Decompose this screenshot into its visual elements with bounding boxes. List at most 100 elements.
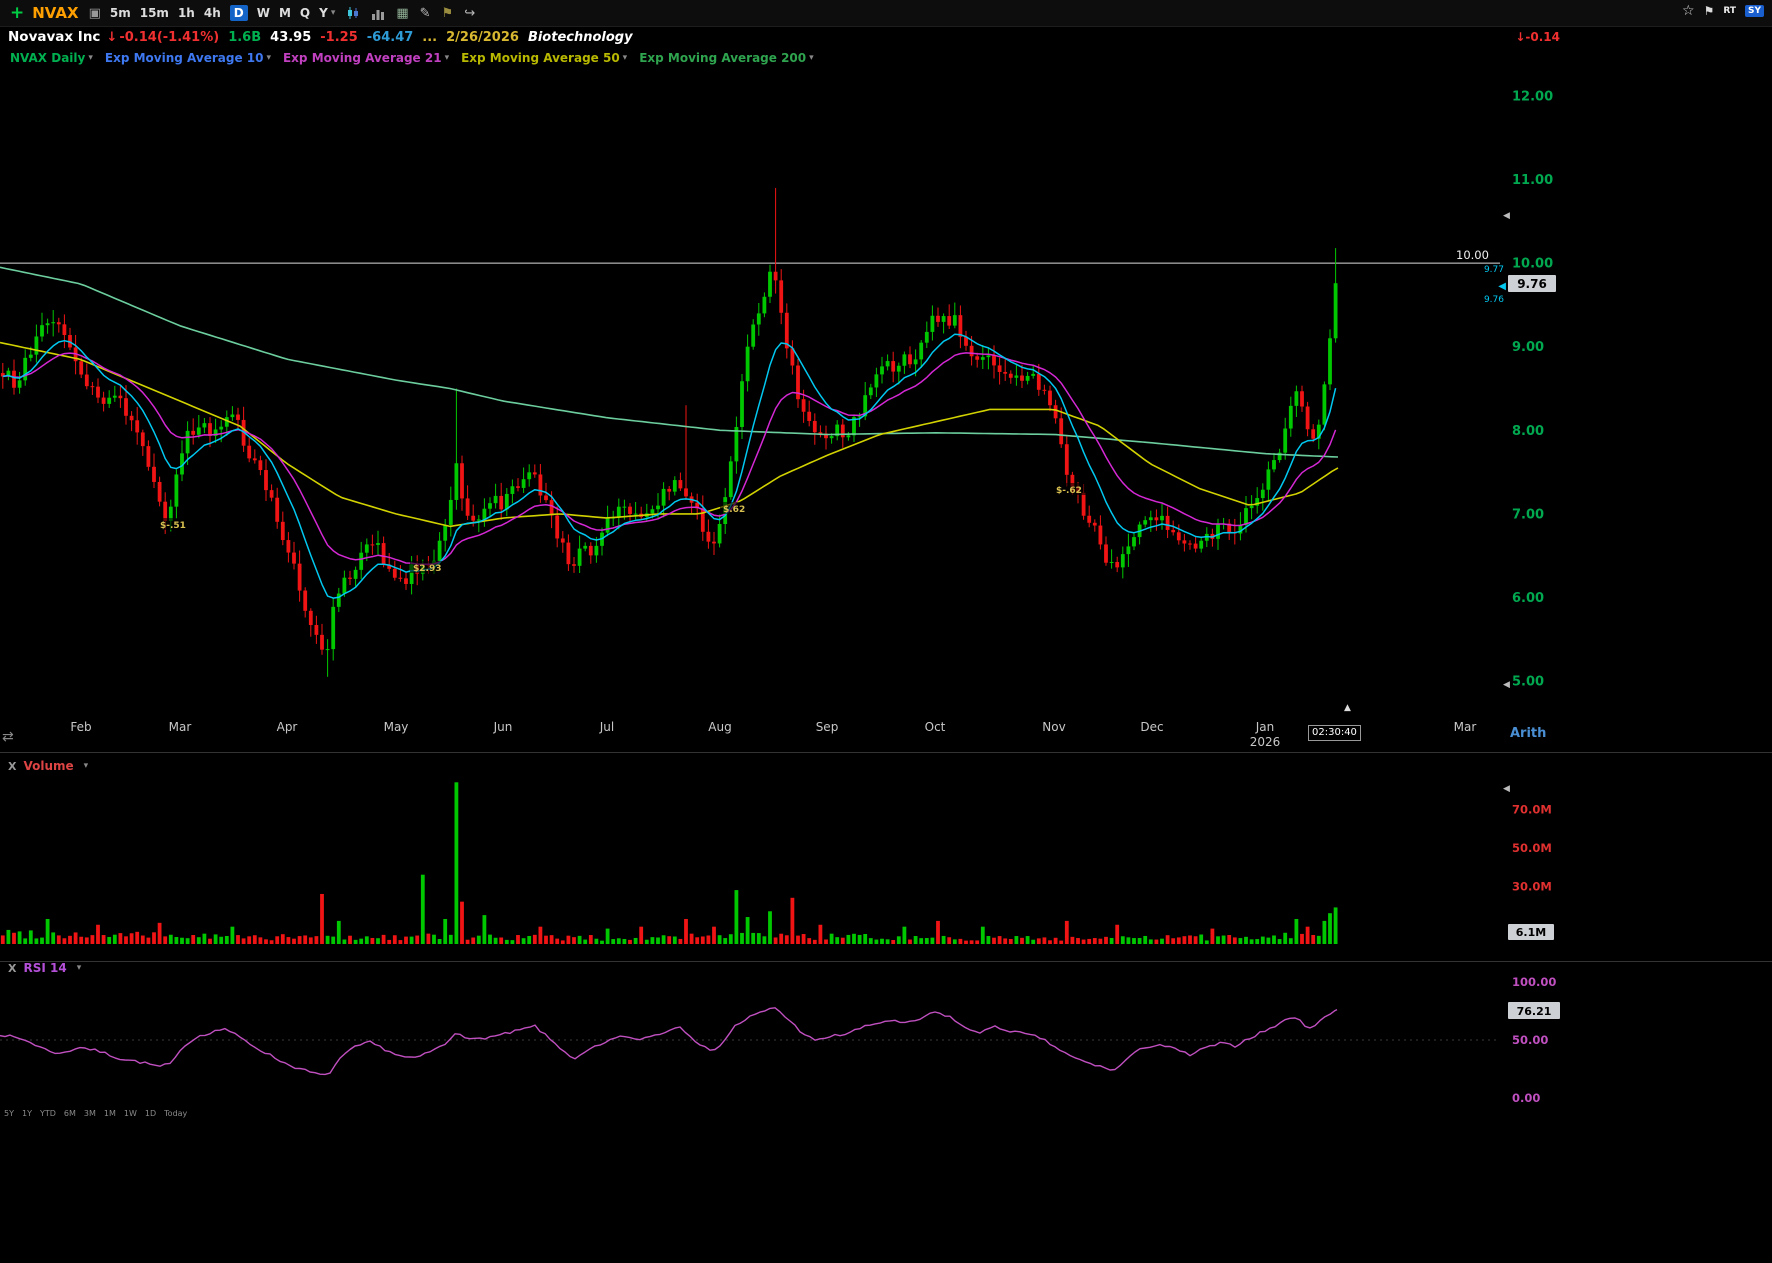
scroll-reset-icon[interactable]: ⇄ [2, 729, 14, 745]
rsi-panel-header: X RSI 14 ▾ [8, 961, 81, 975]
svg-text:Jan: Jan [1255, 720, 1275, 734]
stat-1: 43.95 [270, 30, 311, 45]
right-change: ↓-0.14 [1515, 30, 1560, 44]
ellipsis-label[interactable]: ... [422, 30, 437, 45]
svg-text:Jun: Jun [493, 720, 513, 734]
svg-text:100.00: 100.00 [1512, 975, 1556, 989]
chart-canvas[interactable]: 10.0012.0011.0010.009.008.007.006.005.00… [0, 0, 1772, 1263]
scale-mode-label[interactable]: Arith [1510, 726, 1546, 741]
candlestick-style-icon[interactable] [346, 6, 360, 20]
earnings-date: 2/26/2026 [446, 30, 519, 45]
svg-text:10.00: 10.00 [1512, 257, 1553, 272]
timeframe-weekly[interactable]: W [257, 6, 270, 20]
svg-text:Apr: Apr [277, 720, 298, 734]
symbol-label[interactable]: NVAX [32, 4, 78, 22]
svg-text:70.0M: 70.0M [1512, 802, 1552, 816]
timeframe-quarterly[interactable]: Q [300, 6, 310, 20]
snapshot-icon[interactable]: ▣ [89, 6, 101, 21]
change-percent: -0.14(-1.41%) [119, 30, 219, 45]
svg-text:9.76: 9.76 [1484, 295, 1504, 305]
favorite-star-icon[interactable]: ☆ [1682, 3, 1695, 19]
svg-text:9.76: 9.76 [1517, 277, 1547, 291]
legend-row: NVAX Daily▾ Exp Moving Average 10▾ Exp M… [0, 48, 1772, 68]
realtime-label: RT [1723, 6, 1736, 16]
svg-text:Sep: Sep [816, 720, 839, 734]
sync-badge[interactable]: SY [1745, 5, 1764, 17]
range-1d[interactable]: 1D [145, 1109, 156, 1118]
range-1w[interactable]: 1W [124, 1109, 137, 1118]
range-1y[interactable]: 1Y [22, 1109, 32, 1118]
close-rsi-icon[interactable]: X [8, 962, 16, 975]
svg-text:$.62: $.62 [723, 505, 745, 515]
legend-series[interactable]: NVAX Daily▾ [10, 51, 93, 65]
svg-text:11.00: 11.00 [1512, 173, 1553, 188]
close-volume-icon[interactable]: X [8, 760, 16, 773]
legend-ema200[interactable]: Exp Moving Average 200▾ [639, 51, 813, 65]
timeframe-dropdown-icon[interactable]: ▾ [331, 8, 336, 18]
rsi-panel-label[interactable]: RSI 14 [23, 961, 66, 975]
volume-panel-label[interactable]: Volume [23, 759, 73, 773]
timeframe-daily[interactable]: D [230, 5, 248, 21]
timeframe-5m[interactable]: 5m [110, 6, 131, 20]
svg-text:9.00: 9.00 [1512, 340, 1544, 355]
svg-text:Mar: Mar [1454, 720, 1477, 734]
legend-ema10[interactable]: Exp Moving Average 10▾ [105, 51, 271, 65]
svg-text:◀: ◀ [1503, 680, 1510, 690]
svg-text:2026: 2026 [1250, 735, 1281, 749]
svg-text:12.00: 12.00 [1512, 90, 1553, 105]
range-5y[interactable]: 5Y [4, 1109, 14, 1118]
legend-ema21[interactable]: Exp Moving Average 21▾ [283, 51, 449, 65]
trading-app-window: 10.0012.0011.0010.009.008.007.006.005.00… [0, 0, 1772, 1263]
svg-text:◀: ◀ [1503, 211, 1510, 221]
legend-ema50[interactable]: Exp Moving Average 50▾ [461, 51, 627, 65]
range-6m[interactable]: 6M [64, 1109, 76, 1118]
down-arrow-icon: ↓ [106, 30, 117, 45]
svg-text:10.00: 10.00 [1456, 248, 1489, 262]
toolbar: + NVAX ▣ 5m 15m 1h 4h D W M Q Y ▾ ▦ [0, 0, 1772, 27]
timeframe-4h[interactable]: 4h [204, 6, 221, 20]
volume-dropdown-icon[interactable]: ▾ [84, 761, 89, 771]
svg-text:30.0M: 30.0M [1512, 879, 1552, 893]
timeframe-1h[interactable]: 1h [178, 6, 195, 20]
svg-text:Dec: Dec [1140, 720, 1163, 734]
svg-text:50.0M: 50.0M [1512, 841, 1552, 855]
rsi-pane: 100.0050.000.0076.21 [0, 975, 1560, 1105]
svg-text:5.00: 5.00 [1512, 675, 1544, 690]
svg-text:76.21: 76.21 [1517, 1005, 1552, 1018]
flag-tool-icon[interactable]: ⚑ [442, 6, 454, 21]
svg-text:Aug: Aug [708, 720, 731, 734]
svg-text:$-.62: $-.62 [1056, 486, 1082, 496]
timeframe-yearly[interactable]: Y [319, 6, 328, 20]
range-ytd[interactable]: YTD [40, 1109, 56, 1118]
svg-text:7.00: 7.00 [1512, 507, 1544, 522]
svg-text:9.77: 9.77 [1484, 265, 1504, 275]
svg-text:$2.93: $2.93 [413, 564, 441, 574]
svg-text:6.1M: 6.1M [1516, 926, 1546, 939]
volume-panel-header: X Volume ▾ [8, 759, 88, 773]
company-name: Novavax Inc [8, 29, 100, 45]
sector-label: Biotechnology [528, 30, 633, 45]
range-today[interactable]: Today [164, 1109, 187, 1118]
candles-group [1, 188, 1338, 677]
stat-3: -64.47 [367, 30, 414, 45]
edge-markers: ◀◀◀ [1503, 211, 1510, 794]
volume-bars-group [1, 782, 1338, 944]
add-symbol-icon[interactable]: + [10, 3, 24, 23]
timeframe-monthly[interactable]: M [279, 6, 291, 20]
rsi-dropdown-icon[interactable]: ▾ [77, 963, 82, 973]
volume-axis-labels: 70.0M 50.0M 30.0M 6.1M [1508, 802, 1554, 940]
timeframe-15m[interactable]: 15m [140, 6, 169, 20]
scroll-right-icon[interactable]: ▲ [1344, 703, 1351, 713]
bar-chart-icon[interactable] [371, 7, 385, 20]
bar-countdown: 02:30:40 [1308, 725, 1361, 741]
range-1m[interactable]: 1M [104, 1109, 116, 1118]
range-3m[interactable]: 3M [84, 1109, 96, 1118]
grid-view-icon[interactable]: ▦ [396, 6, 408, 21]
svg-text:0.00: 0.00 [1512, 1091, 1540, 1105]
alert-flag-icon[interactable]: ⚑ [1704, 4, 1715, 18]
svg-text:Oct: Oct [925, 720, 946, 734]
range-shortcut-row: 5Y 1Y YTD 6M 3M 1M 1W 1D Today [4, 1109, 187, 1118]
draw-tools-icon[interactable]: ✎ [420, 6, 431, 21]
svg-text:Feb: Feb [70, 720, 91, 734]
share-icon[interactable]: ↪ [464, 6, 475, 21]
